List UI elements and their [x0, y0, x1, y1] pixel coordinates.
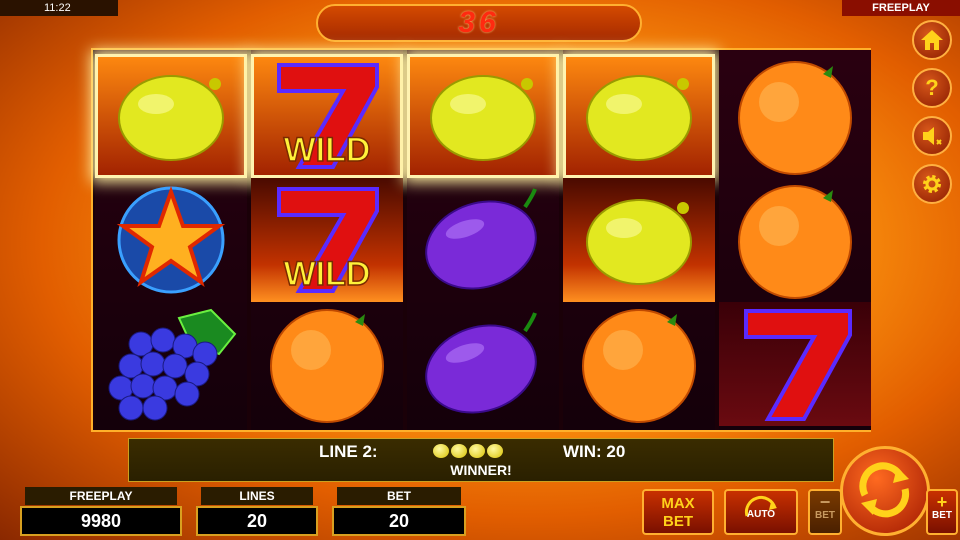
bet-plus-label: BET — [932, 510, 952, 521]
freeplay-balance: 9980 — [20, 506, 182, 536]
symbol-plum — [407, 302, 559, 426]
wild-label: WILD — [284, 255, 371, 293]
symbol-lemon — [95, 54, 247, 178]
freeplay-mode-label: FREEPLAY — [842, 0, 960, 16]
home-button[interactable] — [912, 20, 952, 60]
symbol-lemon — [407, 54, 559, 178]
freeplay-label: FREEPLAY — [25, 487, 177, 505]
lemon-icon — [469, 444, 485, 458]
symbol-orange — [251, 302, 403, 426]
symbol-orange — [563, 302, 715, 426]
win-info-bar: LINE 2: WIN: 20 WINNER! — [128, 438, 834, 482]
symbol-orange — [719, 178, 871, 302]
reel-1 — [95, 50, 247, 430]
win-amount: WIN: 20 — [563, 442, 626, 461]
max-bet-label-bottom: BET — [663, 513, 693, 530]
auto-label: AUTO — [746, 509, 776, 520]
symbol-star — [95, 178, 247, 302]
spin-arrows-icon — [859, 462, 910, 518]
plus-icon: + — [936, 492, 948, 512]
bet-panel[interactable]: BET 20 — [332, 487, 466, 537]
sound-button[interactable] — [912, 116, 952, 156]
sound-off-icon — [923, 127, 942, 145]
reel-5 — [719, 50, 871, 430]
symbol-seven-wild: WILD — [251, 178, 403, 302]
spin-button[interactable] — [840, 446, 930, 536]
lines-panel[interactable]: LINES 20 — [196, 487, 318, 537]
bet-minus-label: BET — [815, 510, 835, 521]
lines-label: LINES — [201, 487, 313, 505]
reel-grid: WILD WILD — [91, 48, 871, 432]
symbol-seven — [719, 302, 871, 426]
symbol-lemon — [563, 54, 715, 178]
reel-3 — [407, 50, 559, 430]
symbol-lemon — [563, 178, 715, 302]
gear-icon — [923, 175, 941, 193]
settings-button[interactable] — [912, 164, 952, 204]
auto-button[interactable]: AUTO — [724, 489, 798, 535]
symbol-grapes — [95, 302, 247, 426]
help-button[interactable]: ? — [912, 68, 952, 108]
help-icon: ? — [925, 75, 939, 100]
win-line-symbols — [433, 444, 505, 463]
max-bet-label-top: MAX — [661, 495, 695, 512]
lemon-icon — [487, 444, 503, 458]
max-bet-button[interactable]: MAX BET — [642, 489, 714, 535]
freeplay-panel: FREEPLAY 9980 — [20, 487, 182, 537]
win-line-label: LINE 2: — [319, 442, 378, 461]
clock: 11:22 — [0, 0, 118, 16]
home-icon — [921, 30, 943, 50]
bet-minus-button[interactable]: − BET — [808, 489, 842, 535]
winner-message: WINNER! — [450, 462, 512, 478]
bet-label: BET — [337, 487, 461, 505]
round-counter: 36 — [316, 4, 642, 42]
lemon-icon — [433, 444, 449, 458]
bet-plus-button[interactable]: + BET — [926, 489, 958, 535]
minus-icon: − — [819, 492, 831, 512]
wild-label: WILD — [284, 131, 371, 169]
reel-2: WILD WILD — [251, 50, 403, 430]
reel-4 — [563, 50, 715, 430]
lemon-icon — [451, 444, 467, 458]
symbol-orange — [719, 54, 871, 178]
symbol-plum — [407, 178, 559, 302]
symbol-seven-wild: WILD — [251, 54, 403, 178]
lines-value: 20 — [196, 506, 318, 536]
bet-value: 20 — [332, 506, 466, 536]
